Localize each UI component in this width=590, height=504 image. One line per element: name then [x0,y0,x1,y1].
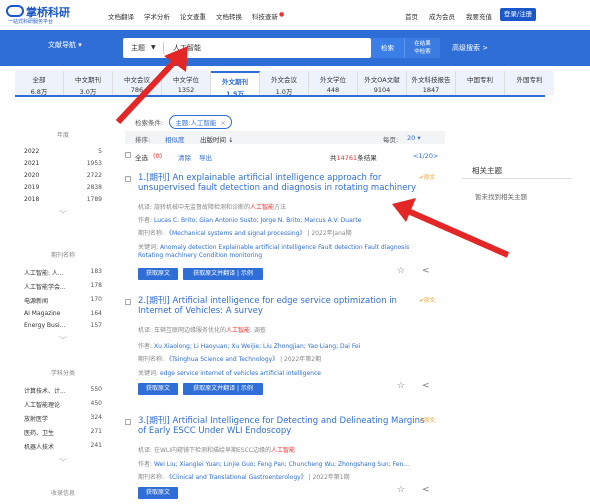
arrow-to-first-result-icon [392,198,510,258]
annotation-arrows [115,46,510,258]
arrow-to-search-field-icon [115,46,188,125]
